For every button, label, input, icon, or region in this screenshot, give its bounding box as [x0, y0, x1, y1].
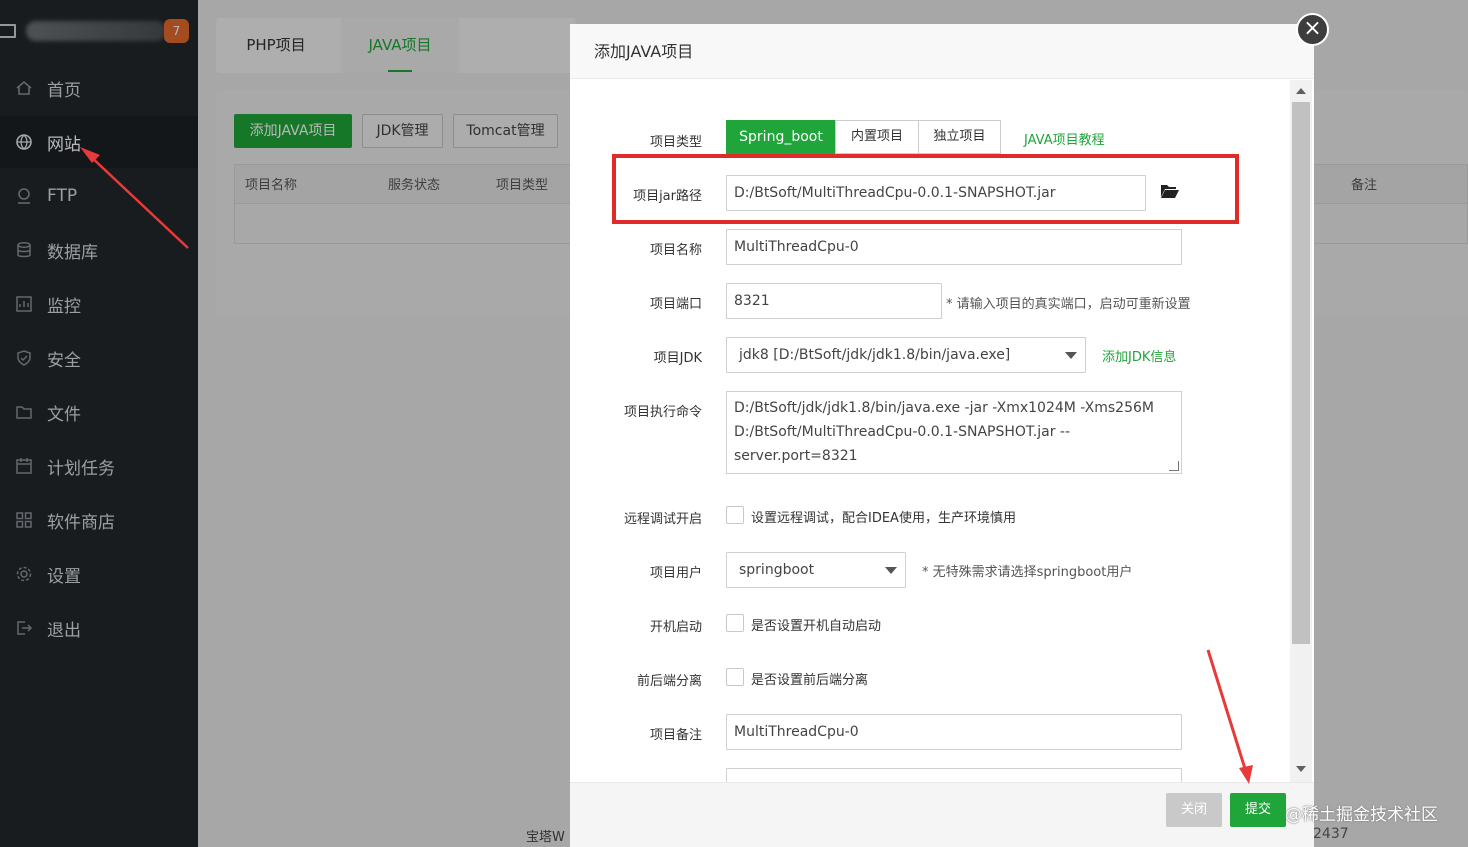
- watermark: @稀土掘金技术社区: [1285, 805, 1438, 825]
- footer-trailing-text: 2437: [1313, 826, 1349, 842]
- annotation-arrows: [80, 147, 1253, 784]
